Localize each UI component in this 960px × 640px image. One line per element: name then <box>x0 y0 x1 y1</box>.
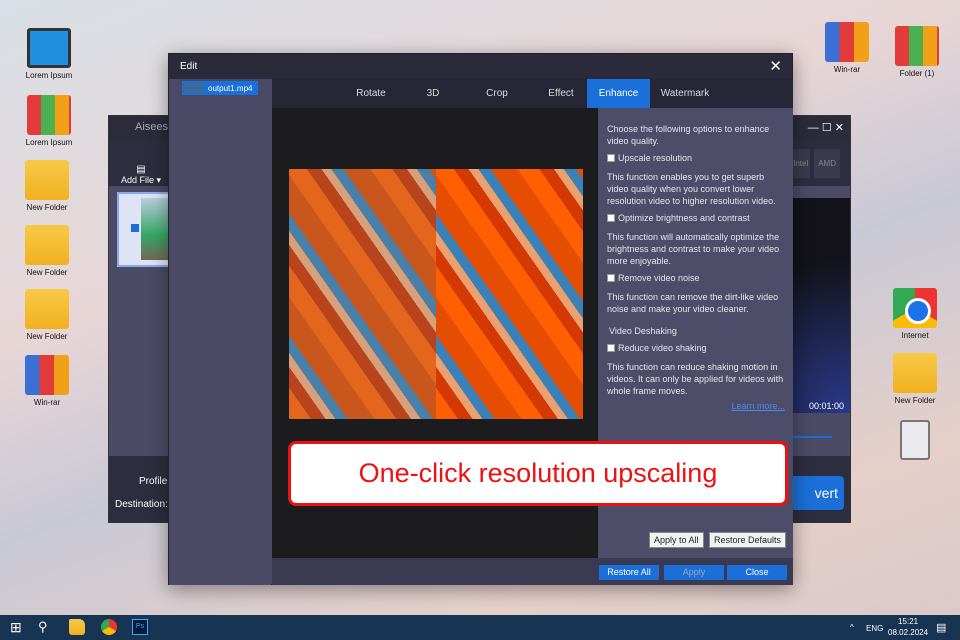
apply-button[interactable]: Apply <box>664 565 724 580</box>
desktop-icon-folder[interactable]: New Folder <box>12 289 82 341</box>
language-indicator[interactable]: ENG <box>866 624 883 633</box>
notification-icon[interactable]: ▤ <box>936 621 946 634</box>
icon-label: New Folder <box>26 332 68 341</box>
restore-defaults-button[interactable]: Restore Defaults <box>709 532 787 548</box>
icon-label: Internet <box>901 331 929 340</box>
folder-icon <box>25 289 69 329</box>
intel-button[interactable]: Intel <box>791 149 811 178</box>
desktop-icon-binders[interactable]: Lorem Ipsum <box>14 95 84 147</box>
trash-icon <box>900 420 930 460</box>
dialog-title: Edit <box>180 61 198 72</box>
file-name: output1.mp4 <box>208 83 253 93</box>
folder-icon <box>25 225 69 265</box>
close-button[interactable]: Close <box>727 565 787 580</box>
option-desc: This function can reduce shaking motion … <box>607 362 784 396</box>
tab-crop[interactable]: Crop <box>459 79 535 108</box>
option-desc: This function can remove the dirt-like v… <box>607 292 779 314</box>
add-file-button[interactable]: ▤ Add File ▾ <box>121 164 161 186</box>
enhanced-preview <box>436 169 583 419</box>
convert-button[interactable]: vert <box>784 476 844 510</box>
tab-watermark[interactable]: Watermark <box>650 79 720 108</box>
desktop-icon-computer[interactable]: Lorem Ipsum <box>14 28 84 80</box>
icon-label: Folder (1) <box>899 69 935 78</box>
brightness-checkbox[interactable]: Optimize brightness and contrast <box>607 213 785 223</box>
noise-checkbox[interactable]: Remove video noise <box>607 273 785 283</box>
folder-icon <box>893 353 937 393</box>
learn-more-link[interactable]: Learn more... <box>731 401 785 411</box>
option-label: Upscale resolution <box>618 153 693 163</box>
tab-effect[interactable]: Effect <box>535 79 587 108</box>
icon-label: Win-rar <box>33 398 61 407</box>
tab-enhance[interactable]: Enhance <box>587 79 650 108</box>
add-file-label: Add File <box>121 175 155 185</box>
folder-icon <box>25 160 69 200</box>
desktop-icon-internet[interactable]: Internet <box>880 288 950 340</box>
option-label: Reduce video shaking <box>618 343 707 353</box>
profile-label: Profile: <box>139 476 171 487</box>
time-display: 00:01:00 <box>808 401 844 411</box>
icon-label: Lorem Ipsum <box>25 138 73 147</box>
desktop-icon-trash[interactable] <box>880 420 950 463</box>
player-area <box>790 198 850 413</box>
restore-all-button[interactable]: Restore All <box>599 565 659 580</box>
intro-text: Choose the following options to enhance … <box>607 124 770 146</box>
checkbox-box[interactable] <box>607 214 615 222</box>
binders-icon <box>27 95 71 135</box>
option-label: Remove video noise <box>618 273 700 283</box>
option-desc: This function will automatically optimiz… <box>607 232 780 266</box>
volume-slider[interactable] <box>792 436 832 438</box>
chrome-icon <box>893 288 937 328</box>
option-desc: This function enables you to get superb … <box>607 172 776 206</box>
file-item[interactable]: output1.mp4 <box>182 81 258 95</box>
checkbox-box[interactable] <box>607 154 615 162</box>
dialog-footer: Restore All Apply Close <box>272 558 793 585</box>
deshake-heading: Video Deshaking <box>609 326 677 336</box>
search-icon[interactable]: ⚲ <box>38 619 54 635</box>
close-icon[interactable]: ✕ <box>769 57 782 75</box>
window-title: Aisees <box>135 121 169 133</box>
computer-icon <box>27 28 71 68</box>
desktop-icon-winrar[interactable]: Win-rar <box>12 355 82 407</box>
clock-date[interactable]: 08.02.2024 <box>888 628 928 637</box>
clock-time[interactable]: 15:21 <box>898 617 918 626</box>
edit-titlebar: Edit ✕ <box>169 54 792 79</box>
upscale-checkbox[interactable]: Upscale resolution <box>607 153 785 163</box>
desktop-icon-folder[interactable]: New Folder <box>12 225 82 277</box>
checkbox-box[interactable] <box>607 274 615 282</box>
destination-label: Destination: <box>115 499 168 510</box>
icon-label: Win-rar <box>833 65 861 74</box>
desktop-icon-winrar[interactable]: Win-rar <box>812 22 882 74</box>
window-controls[interactable]: — ☐ ✕ <box>808 121 844 134</box>
tab-rotate[interactable]: Rotate <box>335 79 407 108</box>
desktop-icon-folder[interactable]: New Folder <box>880 353 950 405</box>
file-thumbnail <box>184 83 204 93</box>
explorer-icon[interactable] <box>69 619 85 635</box>
winrar-icon <box>825 22 869 62</box>
winrar-icon <box>25 355 69 395</box>
photoshop-icon[interactable]: Ps <box>132 619 148 635</box>
icon-label: Lorem Ipsum <box>25 71 73 80</box>
desktop-icon-folder[interactable]: New Folder <box>12 160 82 212</box>
tray-chevron-icon[interactable]: ^ <box>850 623 854 632</box>
binders-icon <box>895 26 939 66</box>
icon-label: New Folder <box>26 268 68 277</box>
original-preview <box>289 169 436 419</box>
desktop-icon-folder1[interactable]: Folder (1) <box>882 26 952 78</box>
amd-button[interactable]: AMD <box>814 149 840 178</box>
edit-tabs: Rotate 3D Crop Effect Enhance Watermark <box>272 79 793 108</box>
callout-banner: One-click resolution upscaling <box>288 441 788 506</box>
tab-3d[interactable]: 3D <box>407 79 459 108</box>
deshake-checkbox[interactable]: Reduce video shaking <box>607 343 785 353</box>
icon-label: New Folder <box>26 203 68 212</box>
taskbar: ⊞ ⚲ Ps ^ ENG 15:21 08.02.2024 ▤ <box>0 615 960 640</box>
apply-to-all-button[interactable]: Apply to All <box>649 532 704 548</box>
icon-label: New Folder <box>894 396 936 405</box>
chrome-icon[interactable] <box>101 619 117 635</box>
option-label: Optimize brightness and contrast <box>618 213 750 223</box>
checkbox-box[interactable] <box>607 344 615 352</box>
windows-start-icon[interactable]: ⊞ <box>10 619 26 635</box>
file-list: output1.mp4 <box>169 79 271 585</box>
